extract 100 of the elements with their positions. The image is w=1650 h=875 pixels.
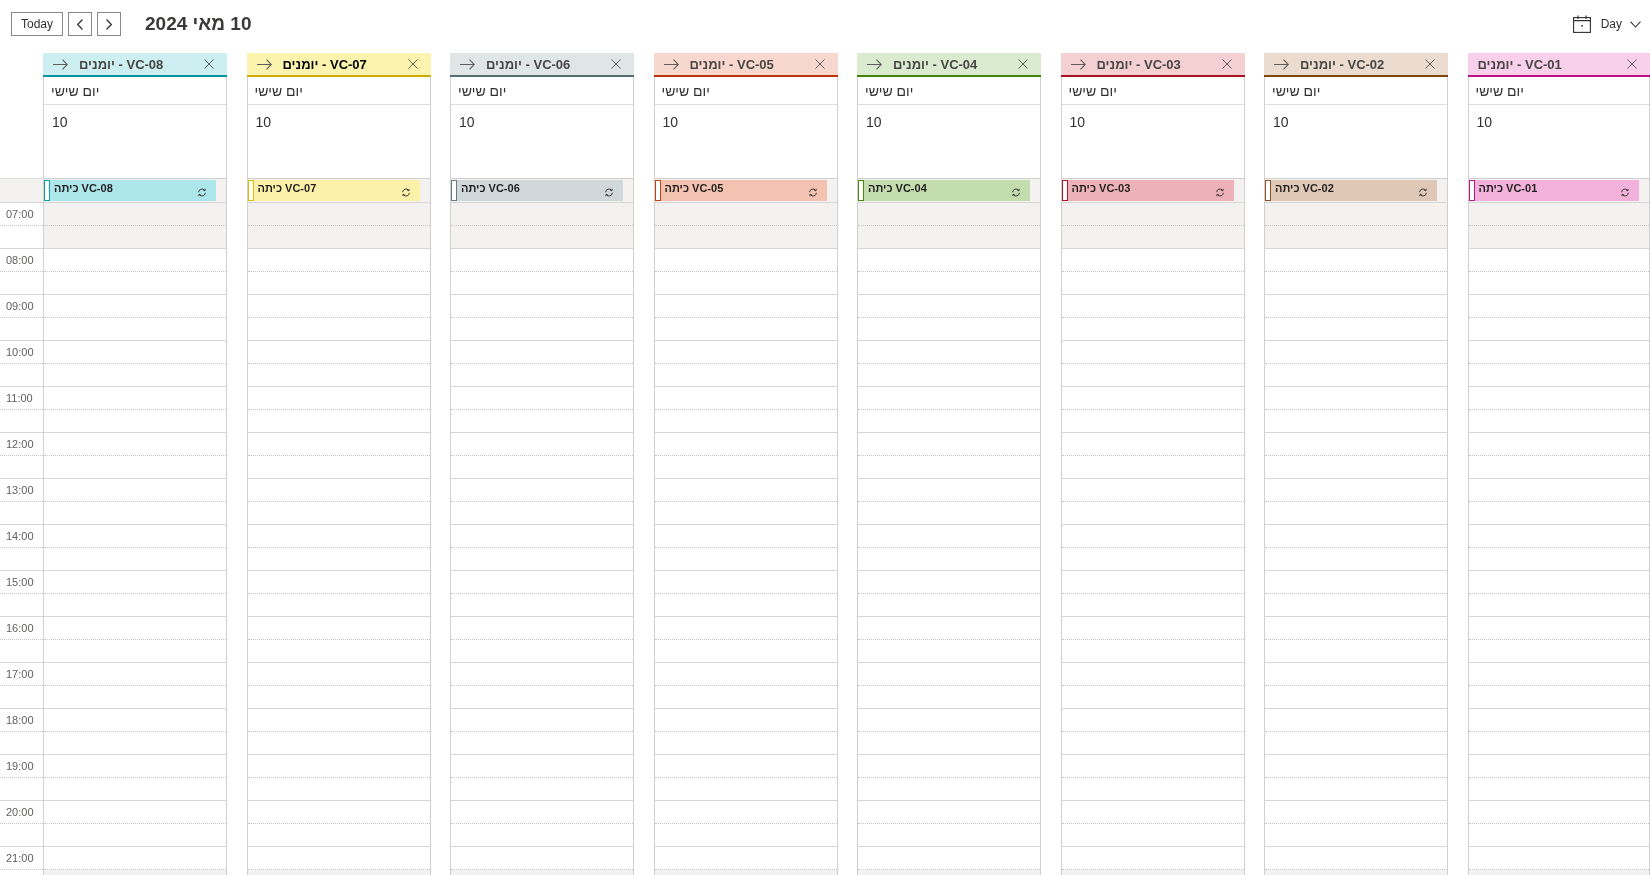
off-hours-slot[interactable]: [1265, 203, 1447, 226]
sync-icon: [400, 188, 411, 197]
day-number: 10: [866, 114, 882, 130]
time-label: 15:00: [5, 575, 34, 589]
off-hours-slot[interactable]: [654, 225, 837, 248]
arrow-right-icon[interactable]: [663, 58, 679, 70]
off-hours-slot[interactable]: [858, 225, 1040, 248]
time-label: 17:00: [5, 667, 34, 681]
event-title: כיתה VC-02: [1275, 182, 1334, 195]
arrow-right-icon[interactable]: [1274, 58, 1289, 70]
day-name: יום שישי: [1272, 82, 1321, 99]
time-label: 16:00: [5, 621, 34, 635]
time-label: 08:00: [5, 253, 34, 267]
calendar-title: יומנים - VC-04: [893, 56, 979, 72]
close-icon[interactable]: [1627, 59, 1637, 69]
time-label: 09:00: [5, 299, 34, 313]
off-hours-slot[interactable]: [451, 203, 633, 226]
close-icon[interactable]: [204, 59, 214, 69]
off-hours-slot[interactable]: [1061, 203, 1244, 226]
all-day-event[interactable]: כיתה VC-04: [858, 180, 1030, 201]
day-number: 10: [1476, 114, 1493, 130]
event-title: כיתה VC-03: [1071, 182, 1131, 195]
all-day-event[interactable]: כיתה VC-08: [44, 180, 216, 201]
time-label: 21:00: [5, 851, 34, 865]
calendar-icon: [1572, 15, 1591, 33]
close-icon[interactable]: [1018, 59, 1028, 69]
off-hours-slot[interactable]: [1061, 225, 1244, 248]
all-day-event[interactable]: כיתה VC-07: [247, 180, 420, 201]
all-day-event[interactable]: כיתה VC-06: [451, 180, 623, 201]
time-label: 07:00: [5, 207, 34, 221]
time-label: 13:00: [5, 483, 34, 497]
day-number: 10: [662, 114, 679, 130]
arrow-right-icon[interactable]: [53, 58, 68, 70]
off-hours-slot[interactable]: [247, 225, 430, 248]
calendar-title: יומנים - VC-07: [282, 56, 368, 72]
event-title: כיתה VC-01: [1478, 182, 1538, 195]
off-hours-slot[interactable]: [1265, 225, 1447, 248]
day-name: יום שישי: [1475, 82, 1524, 99]
event-title: כיתה VC-05: [664, 182, 724, 195]
time-label: 20:00: [5, 805, 34, 819]
arrow-right-icon[interactable]: [256, 58, 272, 70]
close-icon[interactable]: [1425, 59, 1435, 69]
day-number: 10: [52, 114, 68, 130]
time-label: 19:00: [5, 759, 34, 773]
event-title: כיתה VC-04: [868, 182, 927, 195]
close-icon[interactable]: [407, 59, 418, 69]
calendar-title: יומנים - VC-05: [689, 56, 775, 72]
sync-icon: [1011, 188, 1021, 197]
day-number: 10: [459, 114, 475, 130]
all-day-event[interactable]: כיתה VC-02: [1265, 180, 1437, 201]
close-icon[interactable]: [1221, 59, 1232, 69]
day-name: יום שישי: [51, 82, 100, 99]
arrow-right-icon[interactable]: [867, 58, 882, 70]
day-number: 10: [1069, 114, 1086, 130]
off-hours-slot[interactable]: [451, 225, 633, 248]
view-dropdown[interactable]: Day: [1572, 12, 1641, 36]
time-label: 10:00: [5, 345, 34, 359]
day-name: יום שישי: [254, 82, 303, 99]
off-hours-slot[interactable]: [44, 203, 226, 226]
time-label: 12:00: [5, 437, 34, 451]
next-button[interactable]: [97, 12, 121, 36]
arrow-right-icon[interactable]: [1070, 58, 1086, 70]
calendar-title: יומנים - VC-06: [486, 56, 572, 72]
off-hours-slot[interactable]: [858, 203, 1040, 226]
sync-icon: [197, 188, 207, 197]
close-icon[interactable]: [611, 59, 621, 69]
time-label: 11:00: [5, 391, 33, 405]
previous-button[interactable]: [68, 12, 92, 36]
sync-icon: [807, 188, 818, 197]
arrow-right-icon[interactable]: [460, 58, 475, 70]
off-hours-slot[interactable]: [44, 225, 226, 248]
all-day-event[interactable]: כיתה VC-05: [654, 180, 827, 201]
off-hours-slot[interactable]: [247, 203, 430, 226]
sync-icon: [1214, 188, 1225, 197]
calendar-title: יומנים - VC-01: [1477, 56, 1563, 72]
off-hours-slot[interactable]: [1468, 203, 1649, 226]
calendar-title: יומנים - VC-08: [79, 56, 165, 72]
chevron-left-icon: [77, 18, 83, 30]
off-hours-slot[interactable]: [1468, 225, 1649, 248]
caret-down-icon: [1630, 20, 1641, 28]
all-day-event[interactable]: כיתה VC-03: [1061, 180, 1234, 201]
close-icon[interactable]: [814, 59, 825, 69]
day-name: יום שישי: [1068, 82, 1117, 99]
calendar-title: יומנים - VC-03: [1096, 56, 1182, 72]
sync-icon: [1620, 188, 1630, 197]
today-button[interactable]: Today: [11, 12, 63, 36]
sync-icon: [1418, 188, 1428, 197]
off-hours-slot[interactable]: [654, 203, 837, 226]
day-number: 10: [255, 114, 272, 130]
event-title: כיתה VC-06: [461, 182, 520, 195]
calendar-title: יומנים - VC-02: [1300, 56, 1386, 72]
chevron-right-icon: [106, 18, 112, 30]
time-label: 18:00: [5, 713, 34, 727]
date-title: 10 מאי 2024: [145, 12, 252, 36]
day-name: יום שישי: [458, 82, 507, 99]
event-title: כיתה VC-08: [54, 182, 113, 195]
sync-icon: [604, 188, 614, 197]
all-day-event[interactable]: כיתה VC-01: [1468, 180, 1639, 201]
time-label: 14:00: [5, 529, 34, 543]
day-number: 10: [1273, 114, 1289, 130]
